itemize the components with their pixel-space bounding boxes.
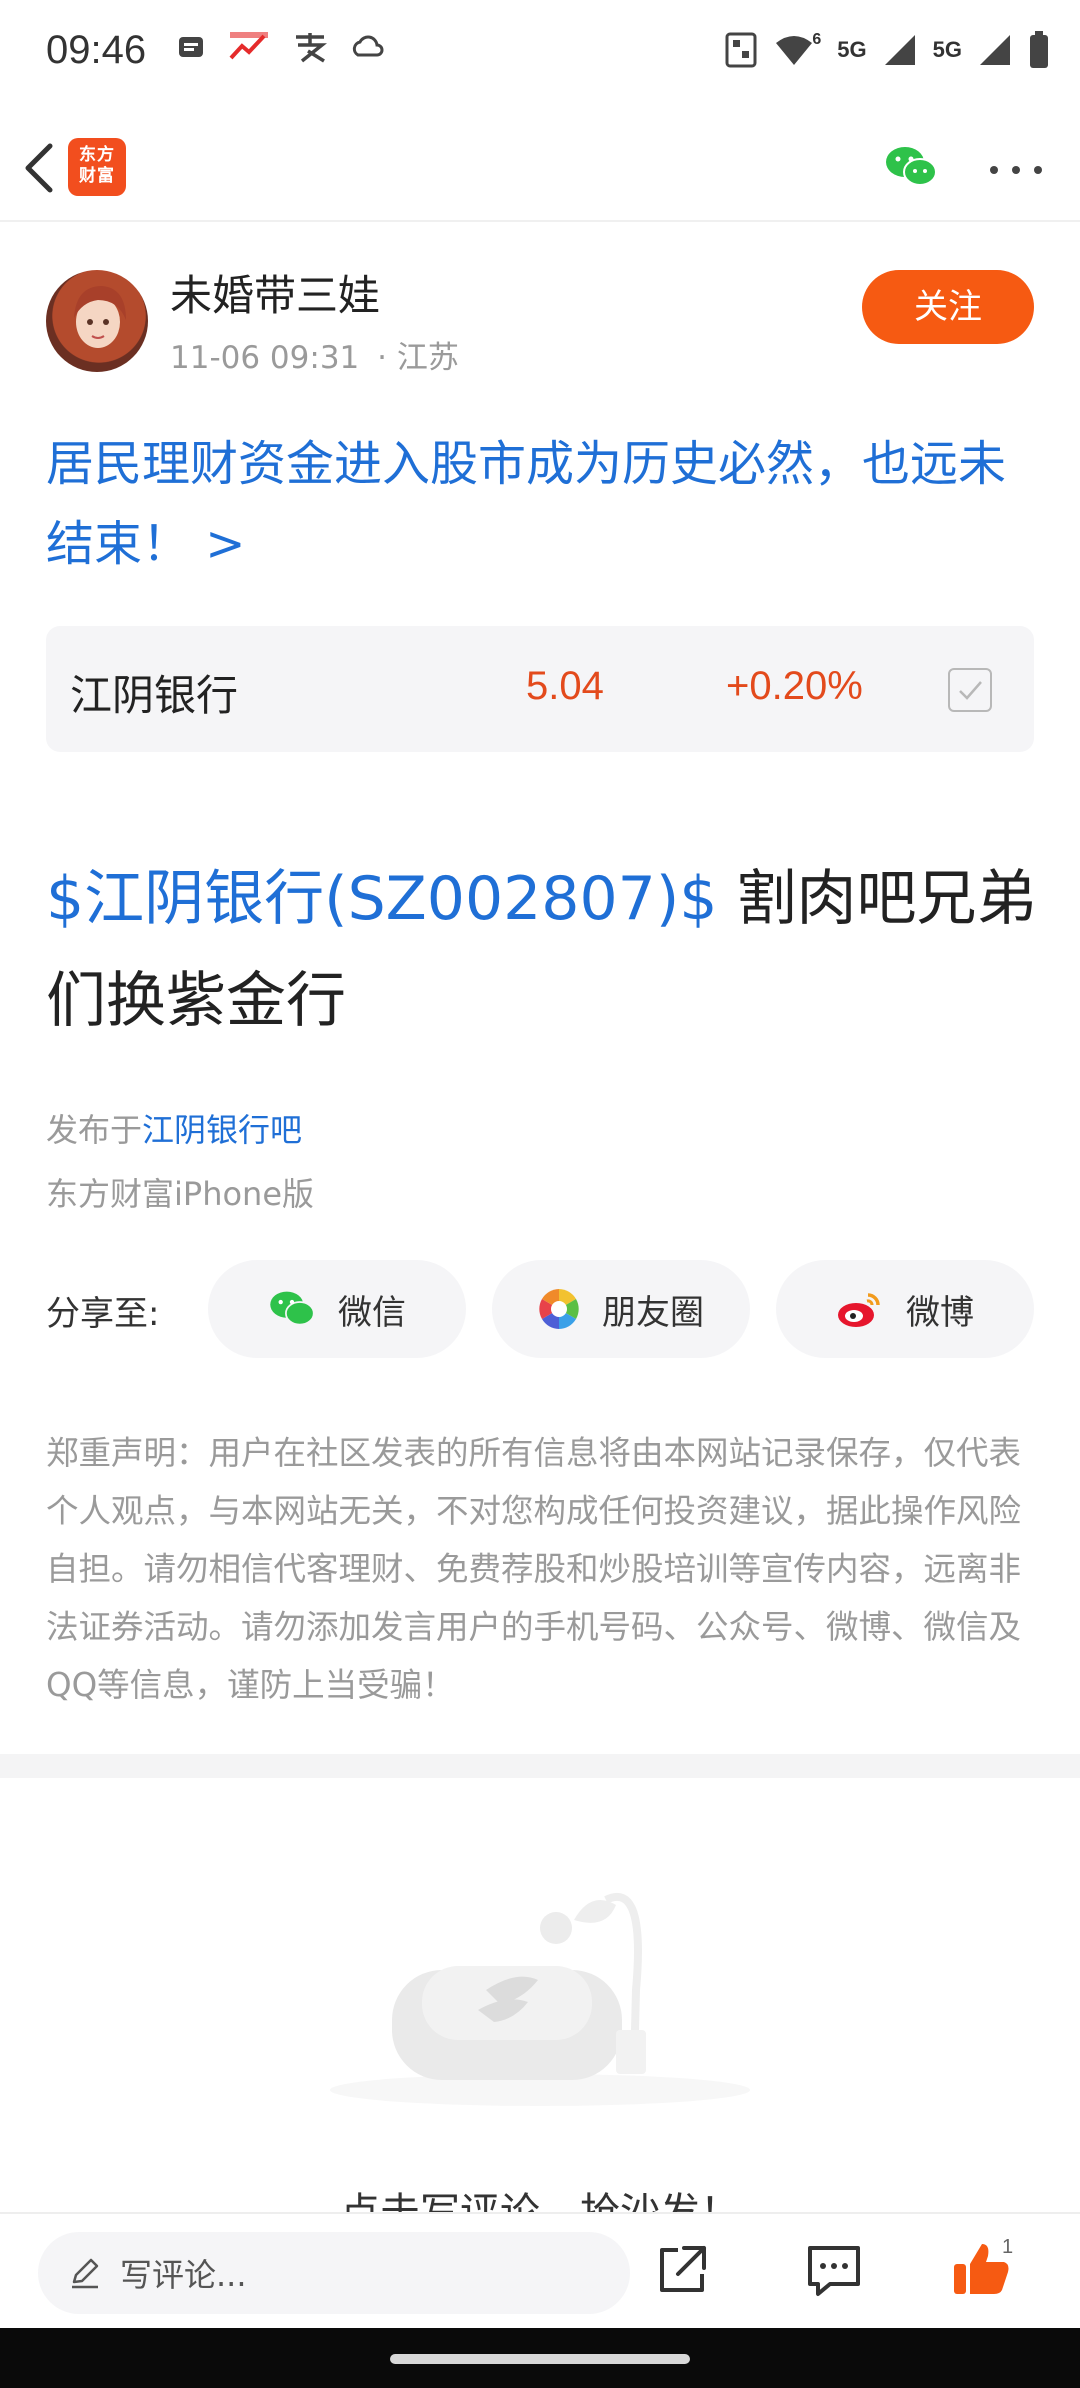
gesture-handle[interactable]	[390, 2354, 690, 2364]
network-type-label-1: 5G	[837, 37, 867, 62]
logo-line-2: 财富	[79, 166, 115, 186]
top-navigation: 东方 财富	[0, 110, 1080, 222]
disclaimer-text: 郑重声明：用户在社区发表的所有信息将由本网站记录保存，仅代表个人观点，与本网站无…	[46, 1434, 1022, 1704]
wifi-version-label: 6	[812, 31, 822, 48]
stock-change: +0.20%	[726, 664, 863, 708]
section-divider	[0, 1754, 1080, 1778]
wechat-share-icon[interactable]	[884, 144, 938, 190]
bottom-action-bar: 写评论... 1	[0, 2212, 1080, 2328]
check-icon	[959, 681, 982, 700]
signal-icon-2	[980, 35, 1010, 65]
follow-button[interactable]: 关注	[862, 270, 1034, 344]
weibo-icon	[838, 1293, 880, 1327]
author-row: 未婚带三娃 11-06 09:31 · 江苏 关注	[0, 250, 1080, 380]
like-count: 1	[1002, 2236, 1014, 2258]
pencil-icon	[72, 2258, 99, 2289]
post-body: $江阴银行(SZ002807)$ 割肉吧兄弟们换紫金行	[46, 848, 1046, 1052]
signal-icon	[884, 35, 915, 65]
share-moments-button[interactable]: 朋友圈	[492, 1260, 750, 1358]
post-meta: 11-06 09:31 · 江苏	[170, 332, 459, 377]
post-stock-tag[interactable]: $江阴银行(SZ002807)$	[46, 864, 717, 934]
publish-bar-line: 发布于江阴银行吧	[46, 1098, 314, 1162]
logo-line-1: 东方	[79, 145, 115, 165]
share-moments-label: 朋友圈	[602, 1292, 704, 1333]
system-gesture-bar	[0, 2328, 1080, 2388]
publish-platform: 东方财富iPhone版	[46, 1175, 315, 1213]
alipay-icon	[296, 33, 327, 63]
stock-app-icon	[229, 32, 268, 60]
post-date: 11-06 09:31	[170, 340, 360, 376]
empty-comments-illustration	[330, 1892, 750, 2106]
moments-icon	[539, 1289, 579, 1329]
share-weibo-label: 微博	[906, 1292, 974, 1333]
post-location: · 江苏	[377, 340, 459, 376]
wechat-icon	[270, 1291, 315, 1326]
share-icon[interactable]	[654, 2242, 710, 2298]
share-label: 分享至:	[46, 1294, 160, 1334]
comment-input[interactable]: 写评论...	[38, 2232, 630, 2314]
publish-info: 发布于江阴银行吧 东方财富iPhone版	[46, 1098, 314, 1226]
topic-link[interactable]: 居民理财资金进入股市成为历史必然，也远未结束！ >	[46, 424, 1046, 584]
nfc-icon	[725, 32, 757, 68]
share-wechat-button[interactable]: 微信	[208, 1260, 466, 1358]
back-arrow-icon[interactable]	[18, 140, 62, 196]
status-system-icons: 6 5G 5G	[724, 30, 1050, 70]
status-notification-icons	[176, 30, 384, 64]
stock-name: 江阴银行	[70, 671, 239, 720]
network-type-label-2: 5G	[932, 37, 962, 62]
comment-placeholder: 写评论...	[120, 2256, 247, 2294]
share-wechat-label: 微信	[338, 1292, 406, 1333]
publish-prefix: 发布于	[46, 1111, 143, 1149]
wifi-icon	[776, 36, 813, 65]
cloud-icon	[352, 35, 384, 57]
share-row: 分享至: 微信 朋友圈 微博	[0, 1260, 1080, 1360]
add-watchlist-checkbox[interactable]	[948, 668, 992, 712]
message-icon	[179, 37, 203, 57]
stock-quote-card[interactable]: 江阴银行 5.04 +0.20%	[46, 626, 1034, 752]
author-name[interactable]: 未婚带三娃	[170, 262, 380, 323]
avatar[interactable]	[46, 270, 148, 372]
status-bar: 09:46 6 5G 5G	[0, 0, 1080, 110]
stock-bar-link[interactable]: 江阴银行吧	[142, 1111, 302, 1149]
battery-icon	[1030, 31, 1048, 68]
status-time: 09:46	[46, 28, 147, 72]
share-weibo-button[interactable]: 微博	[776, 1260, 1034, 1358]
avatar-portrait-icon	[74, 286, 126, 348]
app-logo[interactable]: 东方 财富	[68, 138, 126, 196]
more-options-icon[interactable]	[984, 150, 1048, 190]
stock-price: 5.04	[526, 664, 604, 708]
comment-icon[interactable]	[804, 2242, 864, 2300]
